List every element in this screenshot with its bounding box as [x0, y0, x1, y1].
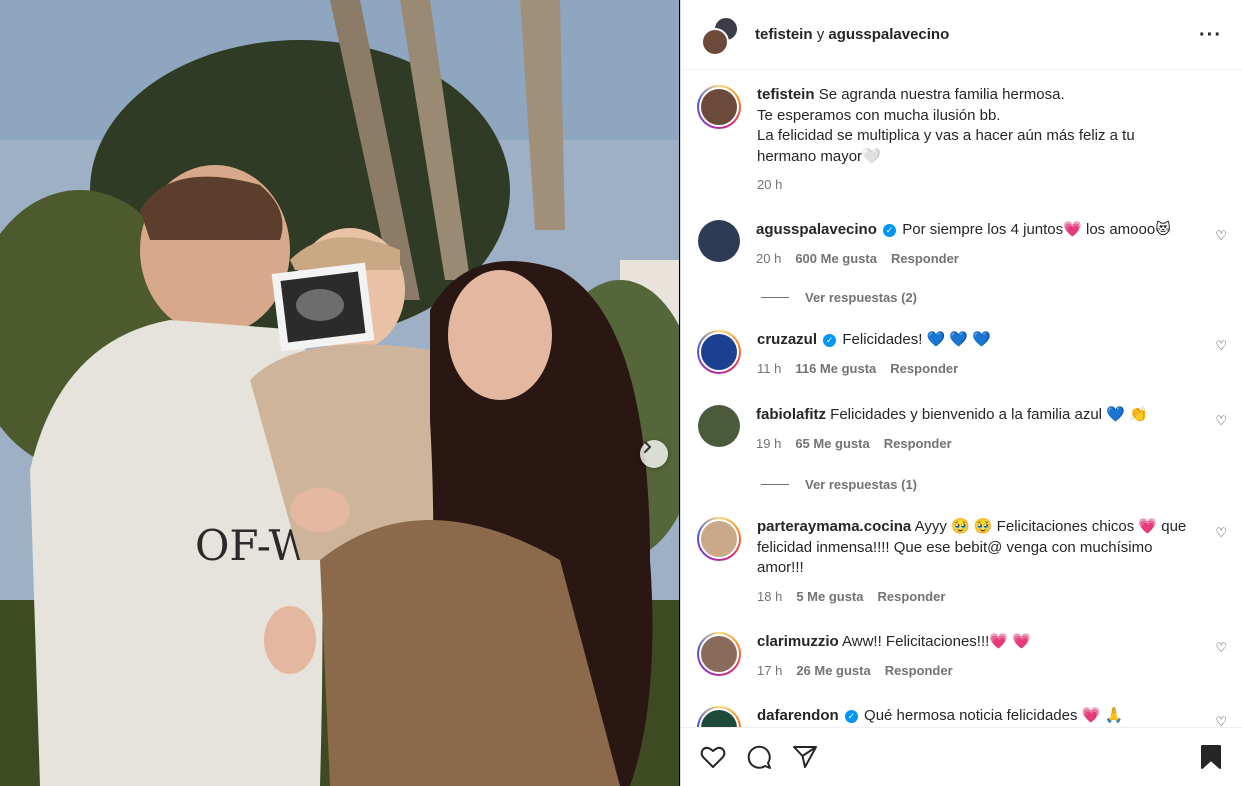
post-action-bar — [681, 727, 1242, 786]
comment-text: Qué hermosa noticia felicidades 💗 🙏 — [864, 707, 1124, 724]
post-side-panel: tefistein y agusspalavecino ··· tefistei… — [680, 0, 1242, 786]
comment-item: dafarendon ✓ Qué hermosa noticia felicid… — [697, 706, 1227, 727]
comment-button[interactable] — [743, 741, 775, 773]
caption: tefistein Se agranda nuestra familia her… — [697, 85, 1227, 192]
comment-time[interactable]: 19 h — [756, 436, 781, 451]
more-icon[interactable]: ··· — [1199, 25, 1222, 45]
like-comment-heart-icon[interactable]: ♡ — [1215, 338, 1227, 354]
view-replies-label: Ver respuestas (2) — [805, 290, 918, 305]
comment-item: fabiolafitz Felicidades y bienvenido a l… — [697, 405, 1227, 451]
caption-text-line2: Te esperamos con mucha ilusión bb. — [757, 106, 1001, 124]
divider — [761, 297, 789, 298]
comment-time[interactable]: 20 h — [756, 251, 781, 266]
avatar[interactable] — [697, 85, 741, 129]
like-comment-heart-icon[interactable]: ♡ — [1215, 714, 1227, 727]
coauthor-username[interactable]: agusspalavecino — [828, 26, 949, 43]
heart-icon — [700, 746, 726, 768]
collab-usernames: tefistein y agusspalavecino — [755, 26, 1199, 43]
verified-badge-icon: ✓ — [883, 224, 897, 237]
collab-avatars[interactable] — [699, 14, 741, 56]
comment-time[interactable]: 17 h — [757, 663, 782, 678]
like-comment-heart-icon[interactable]: ♡ — [1215, 525, 1227, 541]
comments-list[interactable]: tefistein Se agranda nuestra familia her… — [681, 71, 1242, 727]
avatar — [701, 27, 729, 56]
like-comment-heart-icon[interactable]: ♡ — [1215, 413, 1227, 429]
share-button[interactable] — [789, 741, 821, 773]
avatar[interactable] — [698, 405, 740, 447]
avatar[interactable] — [698, 220, 740, 262]
comment-item: clarimuzzio Aww!! Felicitaciones!!!💗 💗 1… — [697, 632, 1227, 678]
comment-username[interactable]: agusspalavecino — [756, 221, 877, 238]
comment-username[interactable]: fabiolafitz — [756, 406, 826, 423]
like-comment-heart-icon[interactable]: ♡ — [1215, 228, 1227, 244]
comment-time[interactable]: 11 h — [757, 361, 781, 376]
comment-likes[interactable]: 5 Me gusta — [796, 589, 863, 604]
avatar[interactable] — [697, 706, 741, 727]
avatar[interactable] — [697, 517, 741, 561]
comment-username[interactable]: clarimuzzio — [757, 633, 839, 650]
like-comment-heart-icon[interactable]: ♡ — [1215, 640, 1227, 656]
save-button[interactable] — [1195, 741, 1227, 773]
avatar[interactable] — [697, 632, 741, 676]
caption-time[interactable]: 20 h — [757, 177, 782, 192]
reply-button[interactable]: Responder — [891, 251, 959, 266]
comment-username[interactable]: parteraymama.cocina — [757, 518, 911, 535]
comment-icon — [747, 745, 771, 769]
author-username[interactable]: tefistein — [755, 26, 813, 43]
reply-button[interactable]: Responder — [885, 663, 953, 678]
comment-likes[interactable]: 26 Me gusta — [796, 663, 870, 678]
comment-time[interactable]: 18 h — [757, 589, 782, 604]
post-photo: OF-W — [0, 0, 679, 786]
comment-likes[interactable]: 65 Me gusta — [795, 436, 869, 451]
verified-badge-icon: ✓ — [823, 334, 837, 347]
caption-username[interactable]: tefistein — [757, 86, 815, 103]
caption-text-line3: La felicidad se multiplica y vas a hacer… — [757, 127, 1135, 144]
photo-illustration: OF-W — [0, 0, 679, 786]
post-header: tefistein y agusspalavecino ··· — [681, 0, 1242, 70]
caption-text-line4: hermano mayor🤍 — [757, 147, 881, 165]
comment-text: Felicidades y bienvenido a la familia az… — [830, 406, 1148, 423]
view-replies-button[interactable]: Ver respuestas (1) — [761, 477, 917, 492]
share-icon — [793, 746, 817, 768]
comment-item: agusspalavecino ✓ Por siempre los 4 junt… — [697, 220, 1227, 266]
comment-text: Por siempre los 4 juntos💗 los amooo😻 — [902, 221, 1171, 238]
view-replies-label: Ver respuestas (1) — [805, 477, 918, 492]
divider — [761, 484, 789, 485]
comment-text: Felicidades! 💙 💙 💙 — [842, 331, 991, 348]
chevron-right-icon — [644, 441, 651, 453]
comment-likes[interactable]: 116 Me gusta — [795, 361, 876, 376]
next-photo-button[interactable] — [640, 440, 668, 468]
comment-item: parteraymama.cocina Ayyy 🥹 🥹 Felicitacio… — [697, 517, 1227, 604]
caption-text-line1: Se agranda nuestra familia hermosa. — [818, 86, 1065, 103]
like-button[interactable] — [697, 741, 729, 773]
avatar[interactable] — [697, 330, 741, 374]
comment-item: cruzazul ✓ Felicidades! 💙 💙 💙 11 h 116 M… — [697, 330, 1227, 376]
comment-text: Aww!! Felicitaciones!!!💗 💗 — [842, 633, 1031, 650]
username-joiner: y — [816, 26, 825, 43]
reply-button[interactable]: Responder — [890, 361, 958, 376]
view-replies-button[interactable]: Ver respuestas (2) — [761, 290, 917, 305]
comment-likes[interactable]: 600 Me gusta — [795, 251, 877, 266]
comment-username[interactable]: cruzazul — [757, 331, 817, 348]
verified-badge-icon: ✓ — [844, 710, 858, 723]
comment-username[interactable]: dafarendon — [757, 707, 839, 724]
bookmark-icon — [1201, 745, 1221, 769]
reply-button[interactable]: Responder — [878, 589, 946, 604]
reply-button[interactable]: Responder — [884, 436, 952, 451]
